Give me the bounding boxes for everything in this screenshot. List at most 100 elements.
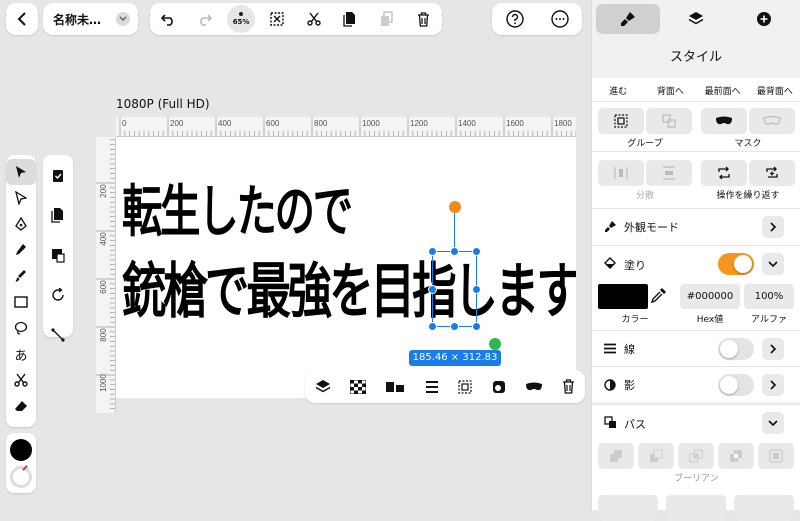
mask-button-ctx[interactable] bbox=[525, 382, 543, 392]
path-op-2-button[interactable] bbox=[666, 495, 726, 521]
shadow-toggle[interactable] bbox=[718, 374, 754, 396]
clipboard-tool[interactable] bbox=[43, 155, 73, 195]
scissors-tool[interactable] bbox=[6, 367, 36, 393]
duplicate-tool[interactable] bbox=[43, 195, 73, 235]
delete-button[interactable] bbox=[405, 3, 442, 35]
boolean-intersect-button[interactable] bbox=[678, 443, 714, 469]
pen-tool[interactable] bbox=[6, 211, 36, 237]
fit-button[interactable] bbox=[259, 3, 296, 35]
brush-tool[interactable] bbox=[6, 263, 36, 289]
boolean-union-button[interactable] bbox=[598, 443, 634, 469]
ruler-label: 400 bbox=[218, 119, 232, 128]
resize-handle-r[interactable] bbox=[472, 285, 481, 294]
shape-tool[interactable] bbox=[6, 289, 36, 315]
pencil-tool[interactable] bbox=[6, 237, 36, 263]
rotate-tool[interactable] bbox=[43, 275, 73, 315]
bring-forward-label[interactable]: 進む bbox=[592, 84, 644, 97]
resize-handle-tr[interactable] bbox=[472, 247, 481, 256]
stroke-color-well[interactable] bbox=[10, 466, 32, 488]
resize-handle-b[interactable] bbox=[450, 322, 459, 331]
fill-color-swatch[interactable] bbox=[598, 284, 648, 309]
tab-style[interactable] bbox=[596, 4, 660, 34]
distribute-button[interactable] bbox=[425, 380, 439, 394]
checker-button[interactable] bbox=[350, 379, 367, 394]
resize-handle-bl[interactable] bbox=[428, 322, 437, 331]
alpha-input[interactable]: 100% bbox=[744, 284, 794, 309]
send-backward-label[interactable]: 背面へ bbox=[644, 84, 696, 97]
bring-to-front-label[interactable]: 最前面へ bbox=[697, 84, 749, 97]
path-op-1-button[interactable] bbox=[598, 495, 658, 521]
resize-handle-l[interactable] bbox=[428, 285, 437, 294]
text-tool[interactable]: あ bbox=[6, 341, 36, 367]
repeat-add-button[interactable] bbox=[749, 160, 795, 186]
shape-button[interactable] bbox=[492, 380, 506, 394]
redo-button[interactable] bbox=[187, 3, 224, 35]
direct-select-tool[interactable] bbox=[6, 185, 36, 211]
select-tool[interactable] bbox=[6, 159, 36, 185]
lines-icon bbox=[602, 343, 618, 354]
ungroup-button[interactable] bbox=[646, 108, 692, 134]
line-tool[interactable] bbox=[43, 315, 73, 355]
more-button[interactable] bbox=[550, 10, 569, 28]
repeat-button[interactable] bbox=[701, 160, 747, 186]
chevron-right-icon[interactable] bbox=[762, 338, 784, 360]
selection-box[interactable] bbox=[432, 251, 477, 327]
help-button[interactable] bbox=[505, 10, 524, 28]
fill-color-well[interactable] bbox=[10, 439, 32, 461]
path-section: パス ブーリアン bbox=[592, 404, 800, 521]
back-button[interactable] bbox=[6, 3, 38, 35]
tab-add[interactable] bbox=[732, 4, 796, 34]
align-button[interactable] bbox=[385, 380, 405, 394]
path-op-3-button[interactable] bbox=[734, 495, 794, 521]
eraser-tool[interactable] bbox=[6, 393, 36, 419]
replace-tool[interactable] bbox=[43, 235, 73, 275]
zoom-button[interactable]: 65% bbox=[227, 5, 255, 33]
lasso-tool[interactable] bbox=[6, 315, 36, 341]
delete-button-ctx[interactable] bbox=[562, 379, 575, 394]
artboard[interactable]: 転生したので 銃槍で最強を目指します bbox=[116, 137, 576, 398]
appearance-mode-row[interactable]: 外観モード bbox=[592, 208, 800, 244]
mask-button[interactable] bbox=[701, 108, 747, 134]
resize-handle-t[interactable] bbox=[450, 247, 459, 256]
ruler-label: 400 bbox=[99, 232, 108, 246]
group-button-ctx[interactable] bbox=[458, 379, 472, 394]
copy-button[interactable] bbox=[332, 3, 369, 35]
document-title-menu[interactable]: 名称未… bbox=[43, 3, 138, 35]
chevron-right-icon[interactable] bbox=[762, 374, 784, 396]
send-to-back-label[interactable]: 最背面へ bbox=[749, 84, 800, 97]
repeat-label: 操作を繰り返す bbox=[716, 191, 780, 201]
resize-handle-br[interactable] bbox=[472, 322, 481, 331]
arrange-button[interactable] bbox=[315, 379, 331, 395]
distribute-v-button[interactable] bbox=[646, 160, 692, 186]
path-expand-button[interactable] bbox=[762, 412, 784, 434]
horizontal-ruler[interactable]: 0 200 400 600 800 1000 1200 1400 1600 1800 bbox=[116, 117, 576, 137]
undo-button[interactable] bbox=[150, 3, 187, 35]
boolean-divide-button[interactable] bbox=[758, 443, 794, 469]
headline-line-2[interactable]: 銃槍で最強を目指します bbox=[122, 243, 576, 330]
boolean-subtract-button[interactable] bbox=[638, 443, 674, 469]
unmask-button[interactable] bbox=[749, 108, 795, 134]
hex-input[interactable]: #000000 bbox=[680, 284, 740, 309]
paste-button[interactable] bbox=[369, 3, 406, 35]
group-button[interactable] bbox=[598, 108, 644, 134]
cut-button[interactable] bbox=[296, 3, 333, 35]
vertical-ruler[interactable]: 200 400 600 800 1000 bbox=[96, 137, 116, 413]
corner-radius-handle[interactable] bbox=[489, 338, 501, 350]
resize-handle-tl[interactable] bbox=[428, 247, 437, 256]
eyedropper-icon[interactable] bbox=[650, 286, 668, 304]
chevron-right-icon[interactable] bbox=[762, 216, 784, 238]
node-arrow-icon bbox=[15, 191, 27, 205]
headline-line-1[interactable]: 転生したので bbox=[122, 167, 353, 248]
rounded-square-icon bbox=[492, 380, 506, 394]
intersect-icon bbox=[689, 449, 703, 463]
tab-layers[interactable] bbox=[664, 4, 728, 34]
layers-icon bbox=[315, 379, 331, 395]
fill-expand-button[interactable] bbox=[762, 253, 784, 275]
alpha-caption: アルファ bbox=[751, 315, 787, 325]
distribute-h-button[interactable] bbox=[598, 160, 644, 186]
shadow-icon bbox=[602, 378, 618, 391]
rotate-handle[interactable] bbox=[449, 201, 461, 213]
boolean-exclude-button[interactable] bbox=[718, 443, 754, 469]
fill-toggle[interactable] bbox=[718, 253, 754, 275]
stroke-toggle[interactable] bbox=[718, 338, 754, 360]
